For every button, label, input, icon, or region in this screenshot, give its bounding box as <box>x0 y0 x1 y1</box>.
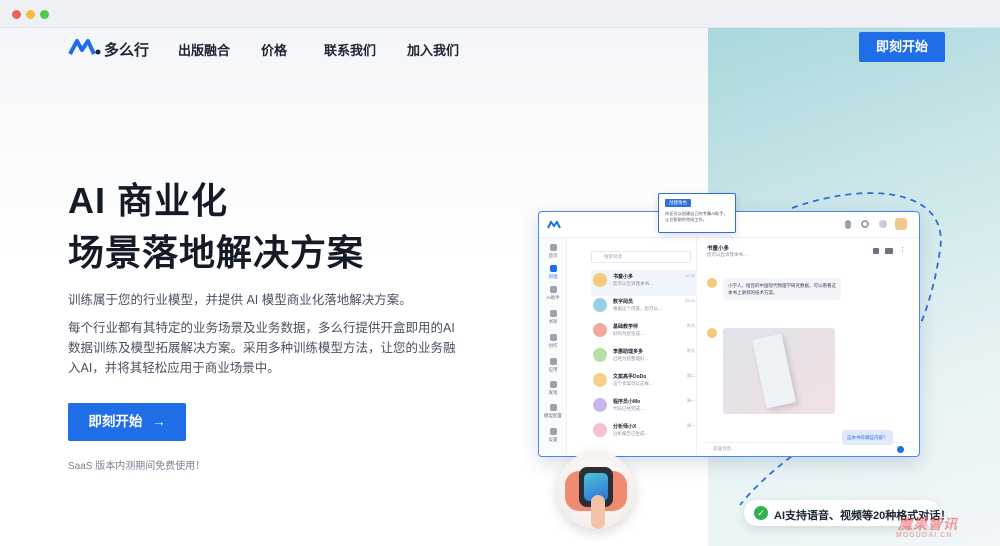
chat-subtitle: 您可以告诉我本书... <box>707 252 747 257</box>
phone-icon[interactable] <box>873 248 879 254</box>
hero-start-label: 即刻开始 <box>88 414 143 429</box>
contact-avatar <box>593 373 607 387</box>
contact-name: 文案高手DoDo <box>613 374 647 380</box>
book-illustration <box>752 333 796 409</box>
hero-description-1: 训练属于您的行业模型，并提供 AI 模型商业化落地解决方案。 <box>68 293 412 307</box>
list-item[interactable]: 书童小多 您可以告诉我本书... 10:20 <box>591 270 697 296</box>
hero-title-line2: 场景落地解决方案 <box>68 232 365 273</box>
bot-avatar <box>707 278 717 288</box>
contact-time: 周二 <box>687 373 695 378</box>
send-icon[interactable] <box>897 446 904 453</box>
contact-time: 周一 <box>687 398 695 403</box>
browser-window: 多么行 出版融合 价格 联系我们 加入我们 即刻开始 AI 商业化 场景落地解决… <box>0 0 1000 546</box>
maximize-dot[interactable] <box>40 10 49 19</box>
smartwatch-photo <box>557 451 635 529</box>
message-input-placeholder: 发送消息... <box>713 446 735 451</box>
contact-last-message: 已经为您整理好... <box>613 356 649 361</box>
contact-avatar <box>593 323 607 337</box>
contact-time: 昨天 <box>687 323 695 328</box>
list-item[interactable]: 文案高手DoDo 这个文案可以这样... 周二 <box>591 370 697 396</box>
contact-time: 10:20 <box>684 273 695 278</box>
contact-name: 数字阅员 <box>613 299 634 305</box>
contact-last-message: 根据这个内容，您可以... <box>613 306 662 311</box>
bot-avatar-2 <box>707 328 717 338</box>
contact-last-message: 这个文案可以这样... <box>613 381 653 386</box>
book-cover-image <box>723 328 835 414</box>
chat-message: 小学人，给您的中国现代物理学研究数据，可以看看这本书上讲到的技术方案。 <box>723 278 841 300</box>
logo-icon <box>68 39 101 55</box>
create-role-tooltip: 创建角色 你还可以创建自己的专属AI助手，让它帮助你完成工作。 <box>658 193 736 233</box>
watermark-logo: 魔果智讯 <box>898 516 958 532</box>
contact-last-message: 分析报告已生成... <box>613 431 649 436</box>
contact-avatar <box>593 298 607 312</box>
hero-title-line1: AI 商业化 <box>68 180 229 221</box>
nav-item-join[interactable]: 加入我们 <box>407 40 459 59</box>
tooltip-tag: 创建角色 <box>665 199 691 207</box>
brand-name[interactable]: 多么行 <box>104 39 149 60</box>
contact-time: 周一 <box>687 423 695 428</box>
contact-last-message: 您可以告诉我本书... <box>613 281 653 286</box>
watermark-url: MOGUOAI.CN <box>896 532 953 539</box>
brand-logo[interactable] <box>68 37 102 57</box>
contact-avatar <box>593 348 607 362</box>
list-item[interactable]: 基础教学伴 好的为您生成... 昨天 <box>591 320 697 346</box>
contact-avatar <box>593 273 607 287</box>
conversation-list: 搜索对话 书童小多 您可以告诉我本书... 10:20 数字阅员 根据这个内容，您可以.… <box>539 238 697 456</box>
contact-last-message: 好的为您生成... <box>613 331 644 336</box>
free-trial-note: SaaS 版本内测期间免费使用！ <box>68 461 206 472</box>
list-item[interactable]: 数字阅员 根据这个内容，您可以... 09:41 <box>591 295 697 321</box>
contact-name: 程序员小Mo <box>613 399 641 405</box>
contact-name: 基础教学伴 <box>613 324 639 330</box>
tooltip-text: 你还可以创建自己的专属AI助手，让它帮助你完成工作。 <box>665 211 728 222</box>
contact-avatar <box>593 398 607 412</box>
hero-description-2-line3: 入AI，并将其轻松应用于商业场景中。 <box>68 361 280 375</box>
list-item[interactable]: 程序员小Mo 代码已经完成... 周一 <box>591 395 697 421</box>
hero-description-2-line2: 数据训练及模型拓展解决方案。采用多种训练模型方法，让您的业务融 <box>68 341 456 355</box>
contact-avatar <box>593 423 607 437</box>
message-input[interactable]: 发送消息... <box>703 442 913 456</box>
nav-item-pricing[interactable]: 价格 <box>261 40 287 59</box>
contact-name: 分析师小X <box>613 424 637 430</box>
contact-time: 09:41 <box>684 298 695 303</box>
contact-name: 书童小多 <box>613 274 634 280</box>
nav-item-publishing[interactable]: 出版融合 <box>178 40 230 59</box>
avatar[interactable] <box>895 218 907 230</box>
nav-item-contact[interactable]: 联系我们 <box>324 40 376 59</box>
list-item[interactable]: 李惠助理多多 已经为您整理好... 昨天 <box>591 345 697 371</box>
arrow-right-icon: → <box>152 414 166 429</box>
gear-icon[interactable] <box>861 220 869 228</box>
hero-description-2-line1: 每个行业都有其特定的业务场景及业务数据，多么行提供开盒即用的AI <box>68 321 455 335</box>
more-icon[interactable]: ⋮ <box>899 247 906 254</box>
mic-icon[interactable] <box>845 220 851 229</box>
conversation-search-input[interactable]: 搜索对话 <box>591 251 691 263</box>
chat-title: 书童小多 <box>707 246 730 252</box>
hero-start-button[interactable]: 即刻开始 → <box>68 403 186 441</box>
list-item[interactable]: 分析师小X 分析报告已生成... 周一 <box>591 420 697 446</box>
contact-name: 李惠助理多多 <box>613 349 644 355</box>
close-dot[interactable] <box>12 10 21 19</box>
window-titlebar <box>0 0 1000 28</box>
contact-time: 昨天 <box>687 348 695 353</box>
check-icon: ✓ <box>754 506 768 520</box>
video-icon[interactable] <box>885 248 893 254</box>
contact-last-message: 代码已经完成... <box>613 406 644 411</box>
settings-icon[interactable] <box>879 220 887 228</box>
header-start-button[interactable]: 即刻开始 <box>859 32 945 62</box>
app-logo-icon <box>547 220 561 229</box>
minimize-dot[interactable] <box>26 10 35 19</box>
finger <box>591 495 605 529</box>
chat-panel: 书童小多 您可以告诉我本书... ⋮ 小学人，给您的中国现代物理学研究数据，可以… <box>697 238 919 456</box>
app-preview-window: 首页 对话 AI助手 书架 创作 应用 发现 模型配置 设置 搜索对话 书童小多… <box>538 211 920 457</box>
